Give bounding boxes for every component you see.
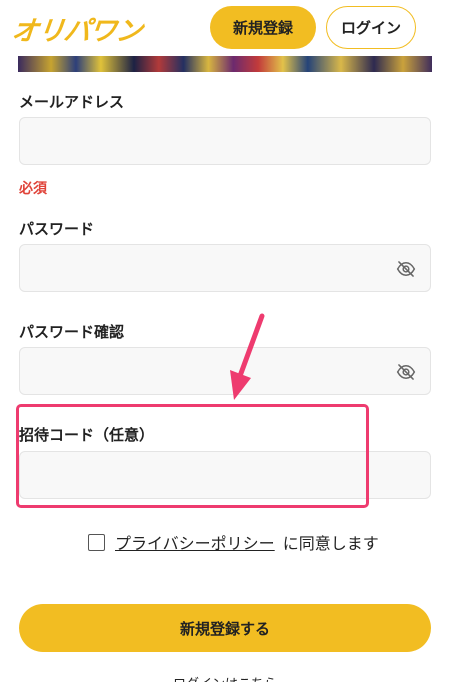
password-confirm-label: パスワード確認 [19, 323, 125, 341]
password-field[interactable] [20, 245, 430, 291]
password-label: パスワード [19, 220, 95, 238]
submit-register-button[interactable]: 新規登録する [19, 604, 431, 652]
email-field[interactable] [20, 118, 430, 164]
annotation-arrow-icon [230, 313, 265, 400]
register-button[interactable]: 新規登録 [210, 6, 316, 49]
login-button[interactable]: ログイン [326, 6, 416, 49]
login-link[interactable]: ログインはこちら [0, 673, 450, 682]
banner-image [18, 56, 432, 72]
highlight-box [16, 404, 369, 508]
agree-row: プライバシーポリシー に同意します [88, 530, 379, 554]
required-error-text: 必須 [19, 181, 47, 197]
email-label: メールアドレス [19, 93, 125, 111]
agree-checkbox[interactable] [88, 533, 105, 551]
email-field-wrapper [19, 117, 431, 165]
site-logo[interactable]: オリパワン [10, 9, 144, 48]
agree-suffix: に同意します [282, 534, 379, 553]
site-header: オリパワン 新規登録 ログイン [0, 0, 450, 56]
eye-slash-icon[interactable] [396, 259, 416, 279]
privacy-policy-link[interactable]: プライバシーポリシー [115, 530, 275, 554]
eye-slash-icon[interactable] [396, 362, 416, 382]
password-field-wrapper [19, 244, 431, 292]
